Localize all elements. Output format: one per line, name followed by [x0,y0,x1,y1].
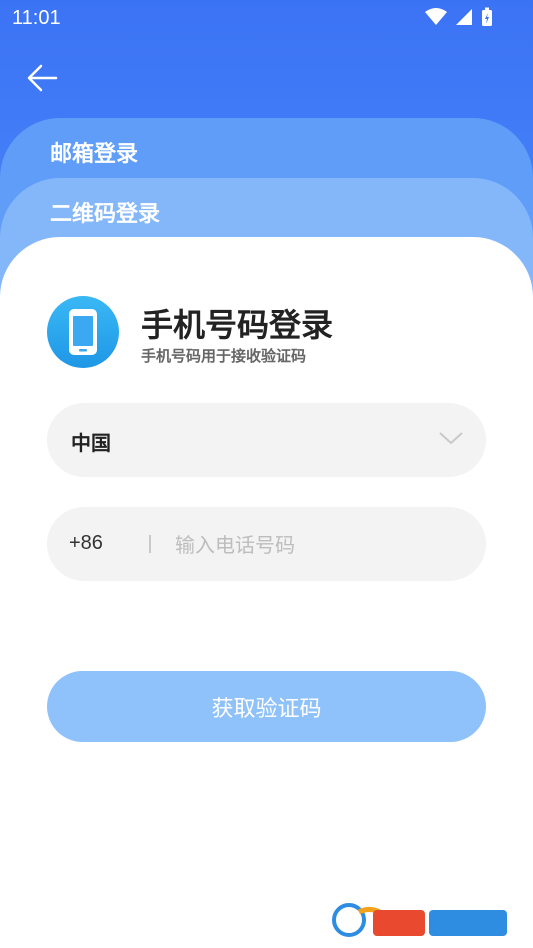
wifi-icon [425,8,447,25]
qr-login-label: 二维码登录 [50,202,161,227]
back-button[interactable] [22,58,62,98]
email-login-label: 邮箱登录 [50,142,139,167]
field-divider [149,535,151,553]
get-verification-code-button[interactable]: 获取验证码 [47,671,486,742]
phone-input[interactable] [173,527,467,563]
chevron-down-icon [439,432,463,445]
country-value: 中国 [71,431,111,455]
arrow-left-icon [27,64,58,92]
phone-number-field: +86 [47,507,486,581]
battery-icon [482,7,492,26]
status-bar: 11:01 [0,0,533,36]
status-time: 11:01 [12,7,61,29]
watermark-logo [332,903,507,937]
signal-icon [456,9,472,25]
country-code: +86 [69,532,103,554]
phone-login-card: 手机号码登录 手机号码用于接收验证码 中国 +86 获取验证码 [0,237,533,948]
country-select[interactable]: 中国 [47,403,486,477]
page-subtitle: 手机号码用于接收验证码 [141,347,307,365]
phone-icon [47,296,119,368]
status-icons [425,7,493,27]
page-title: 手机号码登录 [141,306,334,344]
